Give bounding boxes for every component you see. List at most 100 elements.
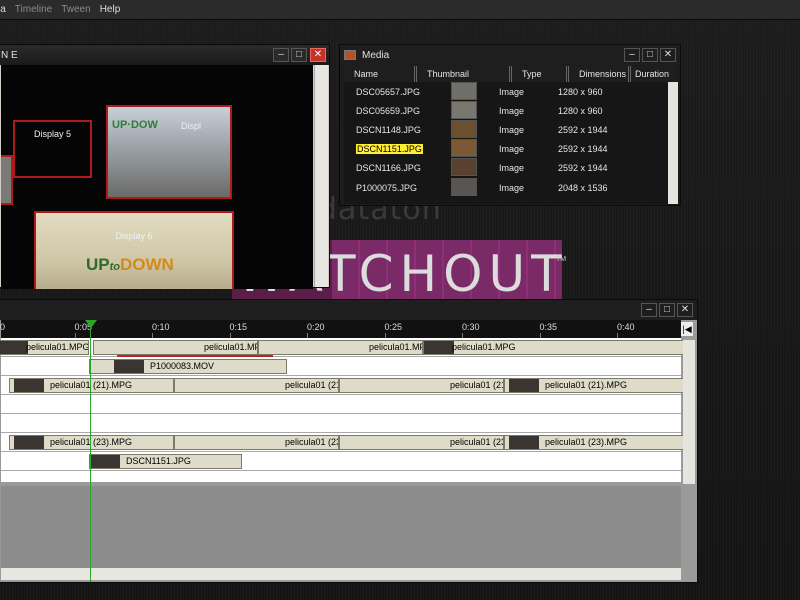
media-row[interactable]: DSCN1166.JPG Image 2592 x 1944 [344,158,676,178]
timeline-track[interactable]: pelicula01.MPG pelicula01.MPG pelicula01.M… [0,338,693,357]
display-7-label: Displ [180,121,201,131]
playhead-line[interactable] [90,322,91,582]
timeline-clip[interactable]: P1000083.MOV [89,359,287,374]
media-row-name: DSC05659.JPG [356,105,421,116]
clip-thumbnail [114,360,144,373]
clip-label: pelicula01 (21).MPG [450,380,503,390]
media-row[interactable]: DSC05659.JPG Image 1280 x 960 [344,100,676,120]
timeline-clip[interactable]: pelicula01.MPG [423,340,693,355]
clip-thumbnail [14,379,44,392]
clip-label: pelicula01.MPG [26,342,89,352]
timeline-clip[interactable]: pelicula01.MPG [258,340,423,355]
media-row-dimensions: 2592 x 1944 [558,124,608,135]
ruler-tick-label: 00 [0,322,5,332]
playhead-marker[interactable] [85,320,97,328]
timeline-track[interactable] [1,395,681,414]
timeline-track[interactable]: pelicula01 (21).MPG pelicula01 (21).MPG pe… [1,376,684,395]
display-7[interactable]: UP·DOW Displ [106,105,232,199]
media-maximize-button[interactable]: □ [642,48,658,62]
column-type[interactable]: Type [512,66,569,82]
clip-label: DSCN1151.JPG [126,456,191,466]
media-row[interactable]: P1000075.JPG Image 2048 x 1536 [344,177,676,197]
media-row-type: Image [499,182,525,193]
display-partial[interactable] [1,155,13,205]
timeline-clip[interactable]: pelicula01 (23).MPG [339,435,504,450]
stage-title: N E [1,49,18,61]
timeline-minimize-button[interactable]: – [641,303,657,317]
stage-close-button[interactable]: ✕ [310,48,326,62]
clip-thumbnail [90,455,120,468]
timeline-track[interactable]: DSCN1151.JPG [1,452,681,471]
media-row[interactable]: DSC05657.JPG Image 1280 x 960 [344,81,676,101]
media-row-thumbnail [451,158,477,177]
go-to-end-button[interactable]: |◀ [681,322,693,336]
timeline-clip[interactable]: pelicula01 (21).MPG [339,378,504,393]
timeline-close-button[interactable]: ✕ [677,303,693,317]
timeline-clip[interactable]: pelicula01 (23).MPG [174,435,339,450]
media-row-type: Image [499,163,525,174]
clip-label: pelicula01 (21).MPG [285,380,338,390]
display-6-sign: UPtoDOWN [86,255,174,274]
stage-vertical-scrollbar[interactable] [314,65,328,287]
ruler-tick-label: 0:20 [307,322,325,338]
column-thumbnail[interactable]: Thumbnail [417,66,512,82]
media-row-dimensions: 1280 x 960 [558,86,603,97]
timeline-ruler[interactable]: 000:050:100:150:200:250:300:350:40 [0,320,681,338]
display-6-label: Display 6 [115,231,153,241]
clip-thumbnail [509,379,539,392]
menu-timeline[interactable]: Timeline [15,4,52,15]
clip-label: pelicula01 (23).MPG [450,437,503,447]
media-row-thumbnail [451,139,477,158]
timeline-clip[interactable]: pelicula01 (21).MPG [174,378,339,393]
timeline-vertical-scrollbar[interactable] [683,340,695,484]
timeline-clip[interactable]: pelicula01.MPG [0,340,89,355]
media-minimize-button[interactable]: – [624,48,640,62]
menu-help[interactable]: Help [100,4,121,15]
display-5-label: Display 5 [33,129,71,139]
media-close-button[interactable]: ✕ [660,48,676,62]
media-title: Media [362,49,390,61]
clip-thumbnail [14,436,44,449]
media-column-header: Name Thumbnail Type Dimensions Duration [344,66,676,82]
menu-tween[interactable]: Tween [61,4,90,15]
media-vertical-scrollbar[interactable] [668,82,678,204]
timeline-window: – □ ✕ 000:050:100:150:200:250:300:350:40… [0,299,698,583]
column-name[interactable]: Name [344,66,417,82]
timeline-clip[interactable]: pelicula01 (21).MPG [9,378,174,393]
timeline-track[interactable]: P1000083.MOV [1,357,681,376]
media-row-dimensions: 2592 x 1944 [558,144,608,155]
timeline-clip[interactable]: pelicula01 (23).MPG [9,435,174,450]
media-row[interactable]: DSCN1151.JPG Image 2592 x 1944 [344,139,676,159]
stage-maximize-button[interactable]: □ [291,48,307,62]
stage-minimize-button[interactable]: – [273,48,289,62]
timeline-clip[interactable]: pelicula01 (21).MPG [504,378,684,393]
timeline-maximize-button[interactable]: □ [659,303,675,317]
media-row-type: Image [499,124,525,135]
timeline-tracks[interactable]: pelicula01.MPG pelicula01.MPG pelicula01.M… [0,338,693,482]
display-6[interactable]: UPtoDOWN Display 6 [34,211,234,289]
menu-media[interactable]: ia [0,4,6,15]
timeline-horizontal-scrollbar[interactable] [1,568,681,580]
column-dimensions[interactable]: Dimensions [569,66,631,82]
media-row-thumbnail [451,177,477,196]
timeline-track[interactable]: pelicula01 (23).MPG pelicula01 (23).MPG pe… [1,433,684,452]
timeline-clip[interactable]: DSCN1151.JPG [89,454,242,469]
clip-thumbnail [0,341,28,354]
media-list: DSC05657.JPG Image 1280 x 960 DSC05659.JPG I… [344,81,676,204]
timeline-clip[interactable]: pelicula01 (23).MPG [504,435,684,450]
media-row-dimensions: 2048 x 1536 [558,182,608,193]
media-row-thumbnail [451,119,477,138]
media-row-dimensions: 2592 x 1944 [558,163,608,174]
timeline-track[interactable] [1,414,681,433]
media-row[interactable]: DSCN1148.JPG Image 2592 x 1944 [344,119,676,139]
media-row-dimensions: 1280 x 960 [558,105,603,116]
timeline-title-bar[interactable] [0,300,697,320]
stage-canvas[interactable]: Display 5 UP·DOW Displ UPtoDOWN Display … [1,65,313,289]
column-duration[interactable]: Duration [631,66,676,82]
ruler-tick-label: 0:30 [462,322,480,338]
clip-thumbnail [509,436,539,449]
display-5[interactable]: Display 5 [13,120,92,178]
timeline-clip[interactable]: pelicula01.MPG [93,340,258,355]
clip-label: pelicula01 (23).MPG [545,437,628,447]
clip-label: pelicula01 (21).MPG [50,380,133,390]
